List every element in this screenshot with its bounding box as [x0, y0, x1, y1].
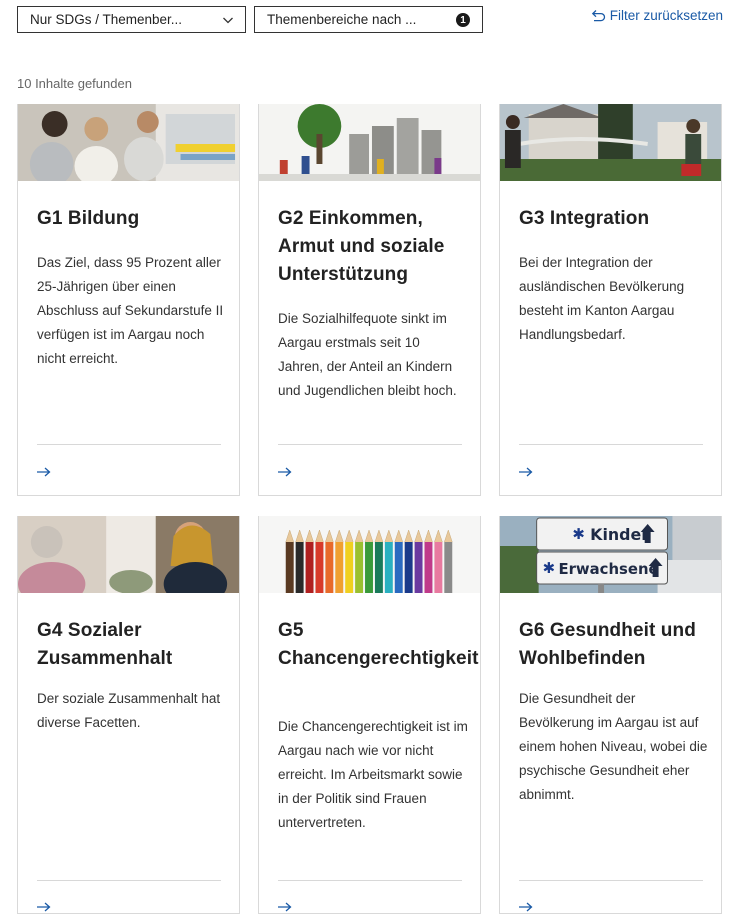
card-title: G6 Gesundheit und Wohlbefinden	[519, 620, 696, 669]
svg-text:✱: ✱	[543, 559, 555, 577]
card-description: Die Gesundheit der Bevölkerung im Aargau…	[519, 691, 708, 802]
reset-filter-label: Filter zurücksetzen	[609, 7, 723, 23]
card-description: Das Ziel, dass 95 Prozent aller 25-Jähri…	[37, 255, 224, 366]
arrow-right-icon	[519, 467, 533, 477]
card-description: Die Chancengerechtigkeit ist im Aargau n…	[278, 719, 468, 830]
card-divider	[278, 880, 462, 881]
card-title: G4 Sozialer Zusammenhalt	[37, 620, 173, 669]
results-count: 10 Inhalte gefunden	[17, 76, 132, 91]
card-image-coins	[259, 104, 480, 181]
arrow-right-icon	[37, 902, 51, 912]
reset-filter-link[interactable]: Filter zurücksetzen	[591, 6, 723, 24]
card-image-hospital-sign: ✱ Kinder ✱ Erwachsene	[500, 516, 721, 593]
card-divider	[37, 880, 221, 881]
arrow-right-icon	[278, 902, 292, 912]
card-description: Der soziale Zusammenhalt hat diverse Fac…	[37, 691, 221, 730]
card-description: Die Sozialhilfequote sinkt im Aargau ers…	[278, 311, 457, 398]
theme-filter-value: Themenbereiche nach ...	[267, 12, 417, 27]
content-card-g5[interactable]: G5 Chancengerechtigkeit Die Chancengerec…	[258, 516, 481, 914]
sign-erwachsene: Erwachsene	[558, 560, 658, 578]
chevron-down-icon	[223, 17, 233, 24]
sign-kinder: Kinder	[590, 525, 649, 544]
arrow-right-icon	[37, 467, 51, 477]
filter-count-badge: 1	[456, 13, 470, 27]
card-divider	[278, 444, 462, 445]
content-card-g1[interactable]: G1 Bildung Das Ziel, dass 95 Prozent all…	[17, 104, 240, 496]
card-description: Bei der Integration der ausländischen Be…	[519, 255, 685, 342]
card-title: G3 Integration	[519, 208, 650, 229]
card-image-students	[18, 104, 239, 181]
sign-icon-star: ✱	[572, 525, 584, 543]
card-image-pencils	[259, 516, 480, 593]
theme-filter-select[interactable]: Themenbereiche nach ... 1	[254, 6, 483, 33]
content-card-g6[interactable]: ✱ Kinder ✱ Erwachsene G6 Gesundheit und …	[499, 516, 722, 914]
content-card-g2[interactable]: G2 Einkommen, Armut und soziale Unterstü…	[258, 104, 481, 496]
content-card-g3[interactable]: G3 Integration Bei der Integration der a…	[499, 104, 722, 496]
content-card-g4[interactable]: G4 Sozialer Zusammenhalt Der soziale Zus…	[17, 516, 240, 914]
arrow-right-icon	[519, 902, 533, 912]
card-title: G5 Chancengerechtigkeit	[278, 620, 479, 669]
arrow-right-icon	[278, 467, 292, 477]
sdg-filter-value: Nur SDGs / Themenber...	[30, 12, 183, 27]
sdg-filter-select[interactable]: Nur SDGs / Themenber...	[17, 6, 246, 33]
card-image-people	[18, 516, 239, 593]
card-divider	[37, 444, 221, 445]
card-image-garden	[500, 104, 721, 181]
undo-icon	[591, 9, 605, 21]
card-title: G2 Einkommen, Armut und soziale Unterstü…	[278, 208, 445, 285]
card-title: G1 Bildung	[37, 208, 140, 229]
card-divider	[519, 880, 703, 881]
card-divider	[519, 444, 703, 445]
filter-bar: Nur SDGs / Themenber... Themenbereiche n…	[17, 6, 723, 34]
